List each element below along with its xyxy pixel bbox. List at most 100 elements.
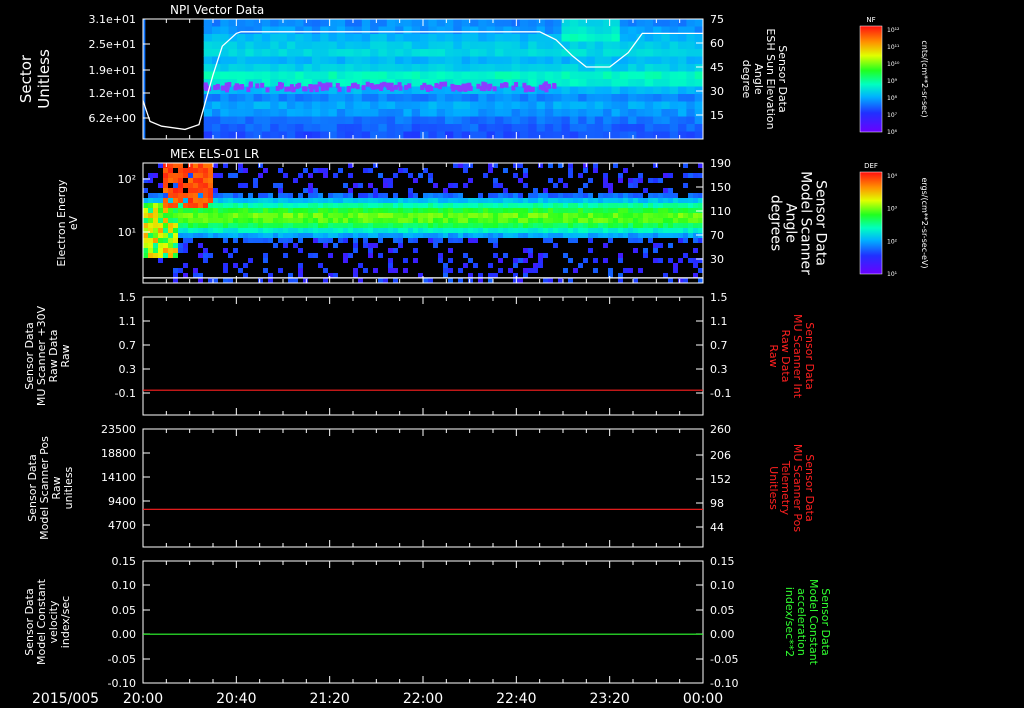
heat-cell [494, 94, 504, 102]
heat-cell [445, 56, 454, 65]
heat-cell [636, 41, 646, 50]
heat-cell [368, 183, 373, 188]
heat-cell [395, 109, 404, 117]
heat-cell [603, 26, 612, 35]
heat-cell [420, 56, 429, 65]
heat-cell [428, 41, 438, 50]
heat-cell [488, 203, 493, 208]
heat-cell [268, 203, 273, 208]
heat-cell [420, 19, 429, 27]
heat-cell [445, 109, 454, 117]
heat-cell [483, 173, 488, 178]
heat-cell [648, 213, 653, 218]
heat-cell [203, 258, 208, 263]
heat-cell [173, 213, 178, 218]
heat-cell [361, 101, 371, 110]
heat-cell [628, 268, 633, 273]
heat-cell [653, 34, 662, 42]
heat-cell [450, 83, 455, 89]
heat-cell [438, 203, 443, 208]
heat-cell [158, 248, 163, 253]
heat-cell [488, 168, 493, 173]
y-tick-label-left: 1.9e+01 [89, 64, 136, 77]
heat-cell [493, 198, 498, 203]
heat-cell [658, 193, 663, 198]
heat-cell [208, 228, 213, 233]
heat-cell [198, 233, 203, 238]
heat-cell [493, 213, 498, 218]
heat-cell [333, 243, 338, 248]
heat-cell [433, 193, 438, 198]
heat-cell [378, 26, 388, 35]
heat-cell [578, 173, 583, 178]
heat-cell [388, 198, 393, 203]
heat-cell [478, 49, 488, 57]
heat-cell [511, 94, 521, 102]
heat-cell [336, 56, 346, 65]
heat-cell [373, 228, 378, 233]
heat-cell [212, 94, 221, 102]
heat-cell [163, 178, 168, 183]
heat-cell [493, 228, 498, 233]
heat-cell [618, 223, 623, 228]
heat-cell [548, 163, 553, 168]
heat-cell [518, 208, 523, 213]
heat-cell [578, 19, 588, 27]
heat-cell [278, 213, 283, 218]
heat-cell [468, 208, 473, 213]
heat-cell [163, 208, 168, 213]
heat-cell [168, 168, 173, 173]
heat-cell [678, 124, 687, 132]
heat-cell [263, 218, 268, 223]
heat-cell [436, 131, 446, 139]
heat-cell [661, 101, 671, 110]
heat-cell [258, 198, 263, 203]
heat-cell [286, 124, 296, 132]
heat-cell [688, 233, 693, 238]
heat-cell [283, 238, 288, 243]
heat-cell [623, 208, 628, 213]
heat-cell [198, 168, 203, 173]
heat-cell [563, 198, 568, 203]
heat-cell [619, 71, 629, 80]
heat-cell [633, 218, 638, 223]
heat-cell [478, 131, 488, 139]
heat-cell [463, 198, 468, 203]
heat-cell [678, 116, 687, 125]
heat-cell [323, 268, 328, 273]
heat-cell [143, 218, 148, 223]
heat-cell [511, 101, 521, 110]
y-tick-label-right: 98 [710, 497, 724, 510]
heat-cell [463, 223, 468, 228]
heat-cell [163, 203, 168, 208]
heat-cell [178, 218, 183, 223]
heat-cell [486, 34, 496, 42]
heat-cell [288, 228, 293, 233]
heat-cell [248, 233, 253, 238]
heat-cell [418, 223, 423, 228]
heat-cell [234, 83, 239, 89]
heat-cell [318, 223, 323, 228]
heat-cell [653, 109, 662, 117]
heat-cell [178, 163, 183, 168]
heat-cell [583, 233, 588, 238]
heat-cell [318, 233, 323, 238]
heat-cell [148, 203, 153, 208]
heat-cell [368, 198, 373, 203]
heat-cell [428, 71, 438, 80]
heat-cell [698, 203, 703, 208]
heat-cell [538, 213, 543, 218]
heat-cell [318, 228, 323, 233]
heat-cell [638, 268, 643, 273]
heat-cell [483, 208, 488, 213]
heat-cell [233, 193, 238, 198]
heat-cell [278, 49, 288, 57]
heat-cell [653, 178, 658, 183]
heat-cell [168, 218, 173, 223]
heat-cell [563, 223, 568, 228]
heat-cell [328, 223, 333, 228]
heat-cell [295, 101, 305, 110]
heat-cell [286, 64, 296, 72]
heat-cell [198, 173, 203, 178]
heat-cell [353, 64, 363, 72]
